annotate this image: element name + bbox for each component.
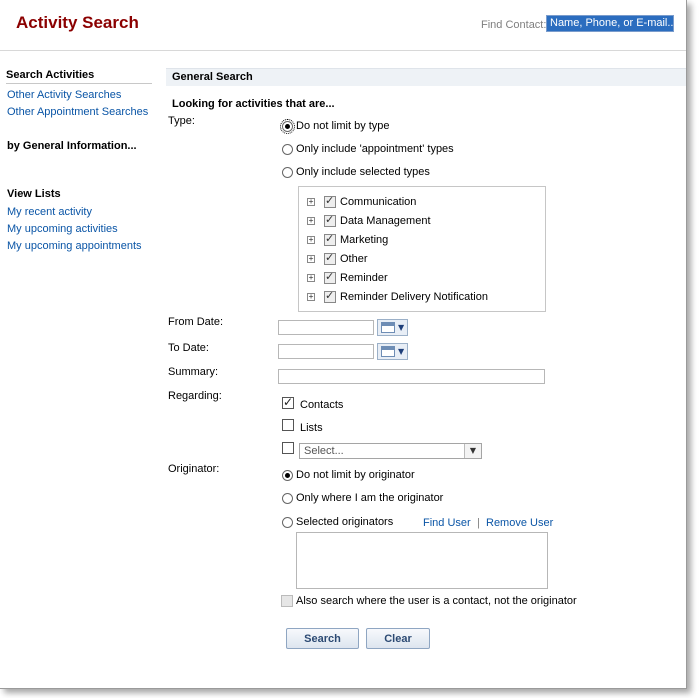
type-checkbox-marketing[interactable] bbox=[324, 232, 336, 246]
page-header: Activity Search Find Contact: Name, Phon… bbox=[0, 0, 686, 51]
sidebar-heading-view-lists: View Lists bbox=[7, 188, 61, 200]
sidebar-link-other-appointment-searches[interactable]: Other Appointment Searches bbox=[7, 106, 148, 118]
chevron-down-icon: ▼ bbox=[398, 323, 405, 332]
chevron-down-icon: ▼ bbox=[464, 444, 481, 458]
summary-label: Summary: bbox=[168, 366, 219, 378]
type-radio-no-limit[interactable] bbox=[280, 119, 295, 134]
sidebar-heading-search-activities: Search Activities bbox=[6, 69, 95, 81]
originator-radio-no-limit[interactable] bbox=[282, 470, 293, 481]
originator-option-label: Only where I am the originator bbox=[296, 492, 444, 504]
type-label: Type: bbox=[168, 115, 195, 127]
find-contact-input[interactable]: Name, Phone, or E-mail... bbox=[546, 15, 674, 32]
summary-input[interactable] bbox=[278, 369, 545, 384]
type-checkbox-reminder[interactable] bbox=[324, 270, 336, 284]
sidebar-divider bbox=[6, 83, 152, 84]
type-tree-label: Other bbox=[340, 253, 368, 265]
section-title: General Search bbox=[172, 71, 253, 83]
originator-option-label: Selected originators bbox=[296, 516, 394, 528]
type-checkbox-reminder-delivery-notification[interactable] bbox=[324, 289, 336, 303]
type-tree-label: Communication bbox=[340, 196, 417, 208]
from-date-input[interactable] bbox=[278, 320, 374, 335]
section-header-general-search: General Search bbox=[166, 68, 686, 86]
regarding-select-checkbox[interactable] bbox=[282, 442, 294, 454]
find-user-link[interactable]: Find User bbox=[423, 517, 471, 529]
chevron-down-icon: ▼ bbox=[398, 347, 405, 356]
originator-label: Originator: bbox=[168, 463, 220, 475]
type-tree-label: Marketing bbox=[340, 234, 389, 246]
expand-icon[interactable]: + bbox=[307, 274, 315, 282]
expand-icon[interactable]: + bbox=[307, 255, 315, 263]
to-date-calendar-button[interactable]: ▼ bbox=[377, 343, 408, 360]
page-title: Activity Search bbox=[16, 13, 139, 32]
type-option-label: Only include selected types bbox=[296, 166, 430, 178]
link-separator: | bbox=[477, 517, 480, 529]
find-contact-label: Find Contact: bbox=[481, 19, 547, 31]
calendar-icon bbox=[381, 346, 395, 357]
originator-radio-me[interactable] bbox=[282, 493, 293, 504]
expand-icon[interactable]: + bbox=[307, 236, 315, 244]
type-checkbox-communication[interactable] bbox=[324, 194, 336, 208]
to-date-input[interactable] bbox=[278, 344, 374, 359]
clear-button[interactable]: Clear bbox=[366, 628, 430, 649]
sidebar-heading-general-information[interactable]: by General Information... bbox=[7, 140, 137, 152]
selected-originators-list[interactable] bbox=[296, 532, 548, 589]
expand-icon[interactable]: + bbox=[307, 293, 315, 301]
also-search-contact-checkbox[interactable] bbox=[281, 595, 293, 607]
originator-radio-selected[interactable] bbox=[282, 517, 293, 528]
type-tree-label: Reminder bbox=[340, 272, 388, 284]
search-button[interactable]: Search bbox=[286, 628, 359, 649]
expand-icon[interactable]: + bbox=[307, 217, 315, 225]
sidebar-link-my-upcoming-activities[interactable]: My upcoming activities bbox=[7, 223, 118, 235]
type-tree-label: Reminder Delivery Notification bbox=[340, 291, 488, 303]
type-option-label: Do not limit by type bbox=[296, 120, 390, 132]
to-date-label: To Date: bbox=[168, 342, 209, 354]
sidebar-link-other-activity-searches[interactable]: Other Activity Searches bbox=[7, 89, 121, 101]
regarding-label: Regarding: bbox=[168, 390, 222, 402]
remove-user-link[interactable]: Remove User bbox=[486, 517, 553, 529]
regarding-contacts-checkbox[interactable] bbox=[282, 395, 294, 409]
regarding-lists-checkbox[interactable] bbox=[282, 419, 294, 431]
activity-search-window: Activity Search Find Contact: Name, Phon… bbox=[0, 0, 687, 689]
type-checkbox-other[interactable] bbox=[324, 251, 336, 265]
expand-icon[interactable]: + bbox=[307, 198, 315, 206]
type-option-label: Only include 'appointment' types bbox=[296, 143, 454, 155]
regarding-select-value: Select... bbox=[304, 445, 344, 457]
also-search-contact-label: Also search where the user is a contact,… bbox=[296, 595, 577, 607]
regarding-lists-label: Lists bbox=[300, 422, 323, 434]
type-checkbox-data-management[interactable] bbox=[324, 213, 336, 227]
looking-for-heading: Looking for activities that are... bbox=[172, 98, 335, 110]
from-date-calendar-button[interactable]: ▼ bbox=[377, 319, 408, 336]
type-radio-appointment[interactable] bbox=[282, 144, 293, 155]
sidebar-link-my-recent-activity[interactable]: My recent activity bbox=[7, 206, 92, 218]
type-radio-selected[interactable] bbox=[282, 167, 293, 178]
from-date-label: From Date: bbox=[168, 316, 224, 328]
sidebar-link-my-upcoming-appointments[interactable]: My upcoming appointments bbox=[7, 240, 142, 252]
calendar-icon bbox=[381, 322, 395, 333]
originator-option-label: Do not limit by originator bbox=[296, 469, 415, 481]
regarding-contacts-label: Contacts bbox=[300, 399, 344, 411]
type-tree-label: Data Management bbox=[340, 215, 431, 227]
regarding-select[interactable]: Select... ▼ bbox=[299, 443, 482, 459]
